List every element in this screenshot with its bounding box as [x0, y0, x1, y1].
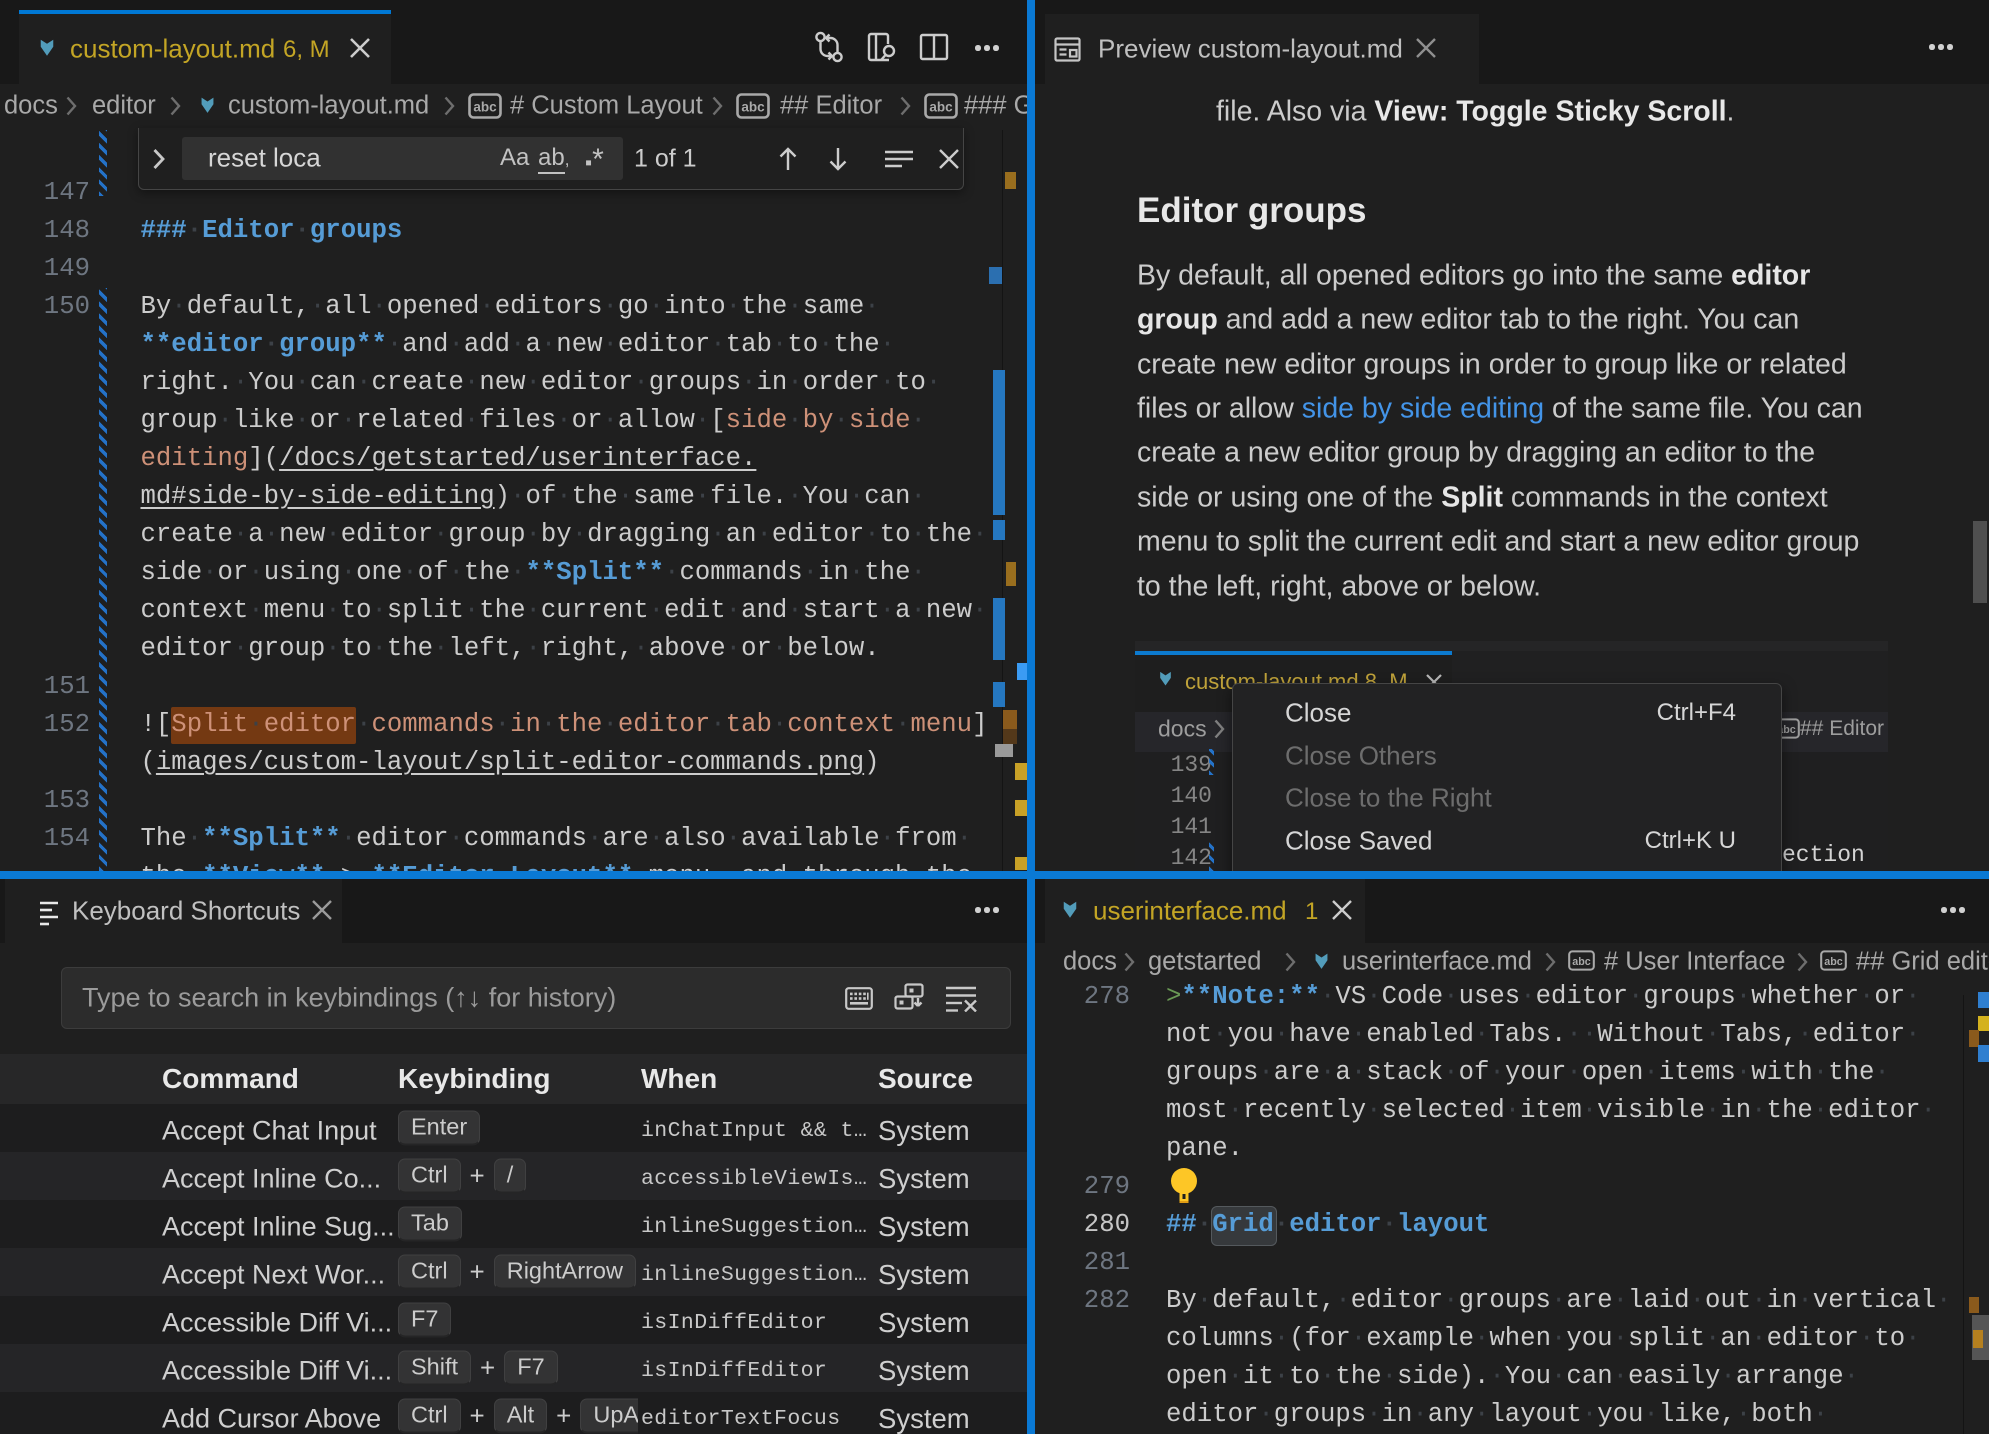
svg-text:abc: abc — [473, 100, 497, 115]
svg-text:abc: abc — [929, 100, 953, 115]
svg-text:abc: abc — [1572, 956, 1591, 968]
svg-text:abc: abc — [741, 100, 765, 115]
svg-text:abc: abc — [1824, 956, 1843, 968]
